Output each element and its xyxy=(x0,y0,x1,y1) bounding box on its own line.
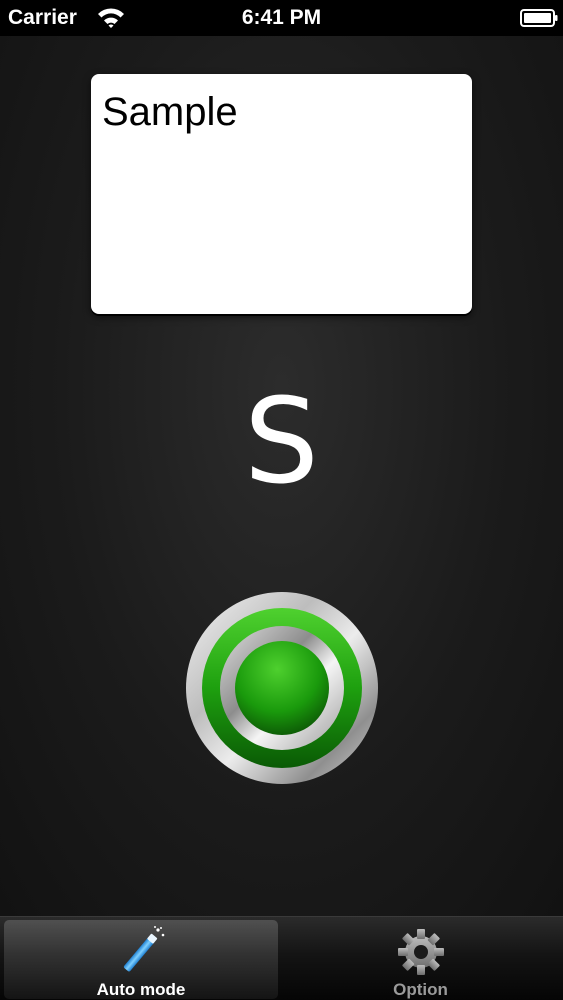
record-button[interactable] xyxy=(184,590,380,786)
record-button-icon xyxy=(186,592,378,784)
card-text: Sample xyxy=(102,90,238,134)
gear-icon xyxy=(397,929,444,975)
battery-full-icon xyxy=(520,9,558,27)
tab-auto-mode-label: Auto mode xyxy=(96,980,186,999)
tab-auto-mode[interactable]: Auto mode xyxy=(4,920,278,999)
current-letter: S xyxy=(244,372,319,510)
tab-option-label: Option xyxy=(393,980,448,999)
magic-wand-icon xyxy=(123,926,165,972)
tab-bar: Auto mode Option xyxy=(0,916,563,1000)
clock: 6:41 PM xyxy=(241,6,322,29)
main-content: Sample S xyxy=(0,36,563,916)
status-bar: Carrier 6:41 PM xyxy=(0,0,563,36)
text-display-card: Sample xyxy=(91,74,472,314)
tab-option[interactable]: Option xyxy=(282,920,559,999)
